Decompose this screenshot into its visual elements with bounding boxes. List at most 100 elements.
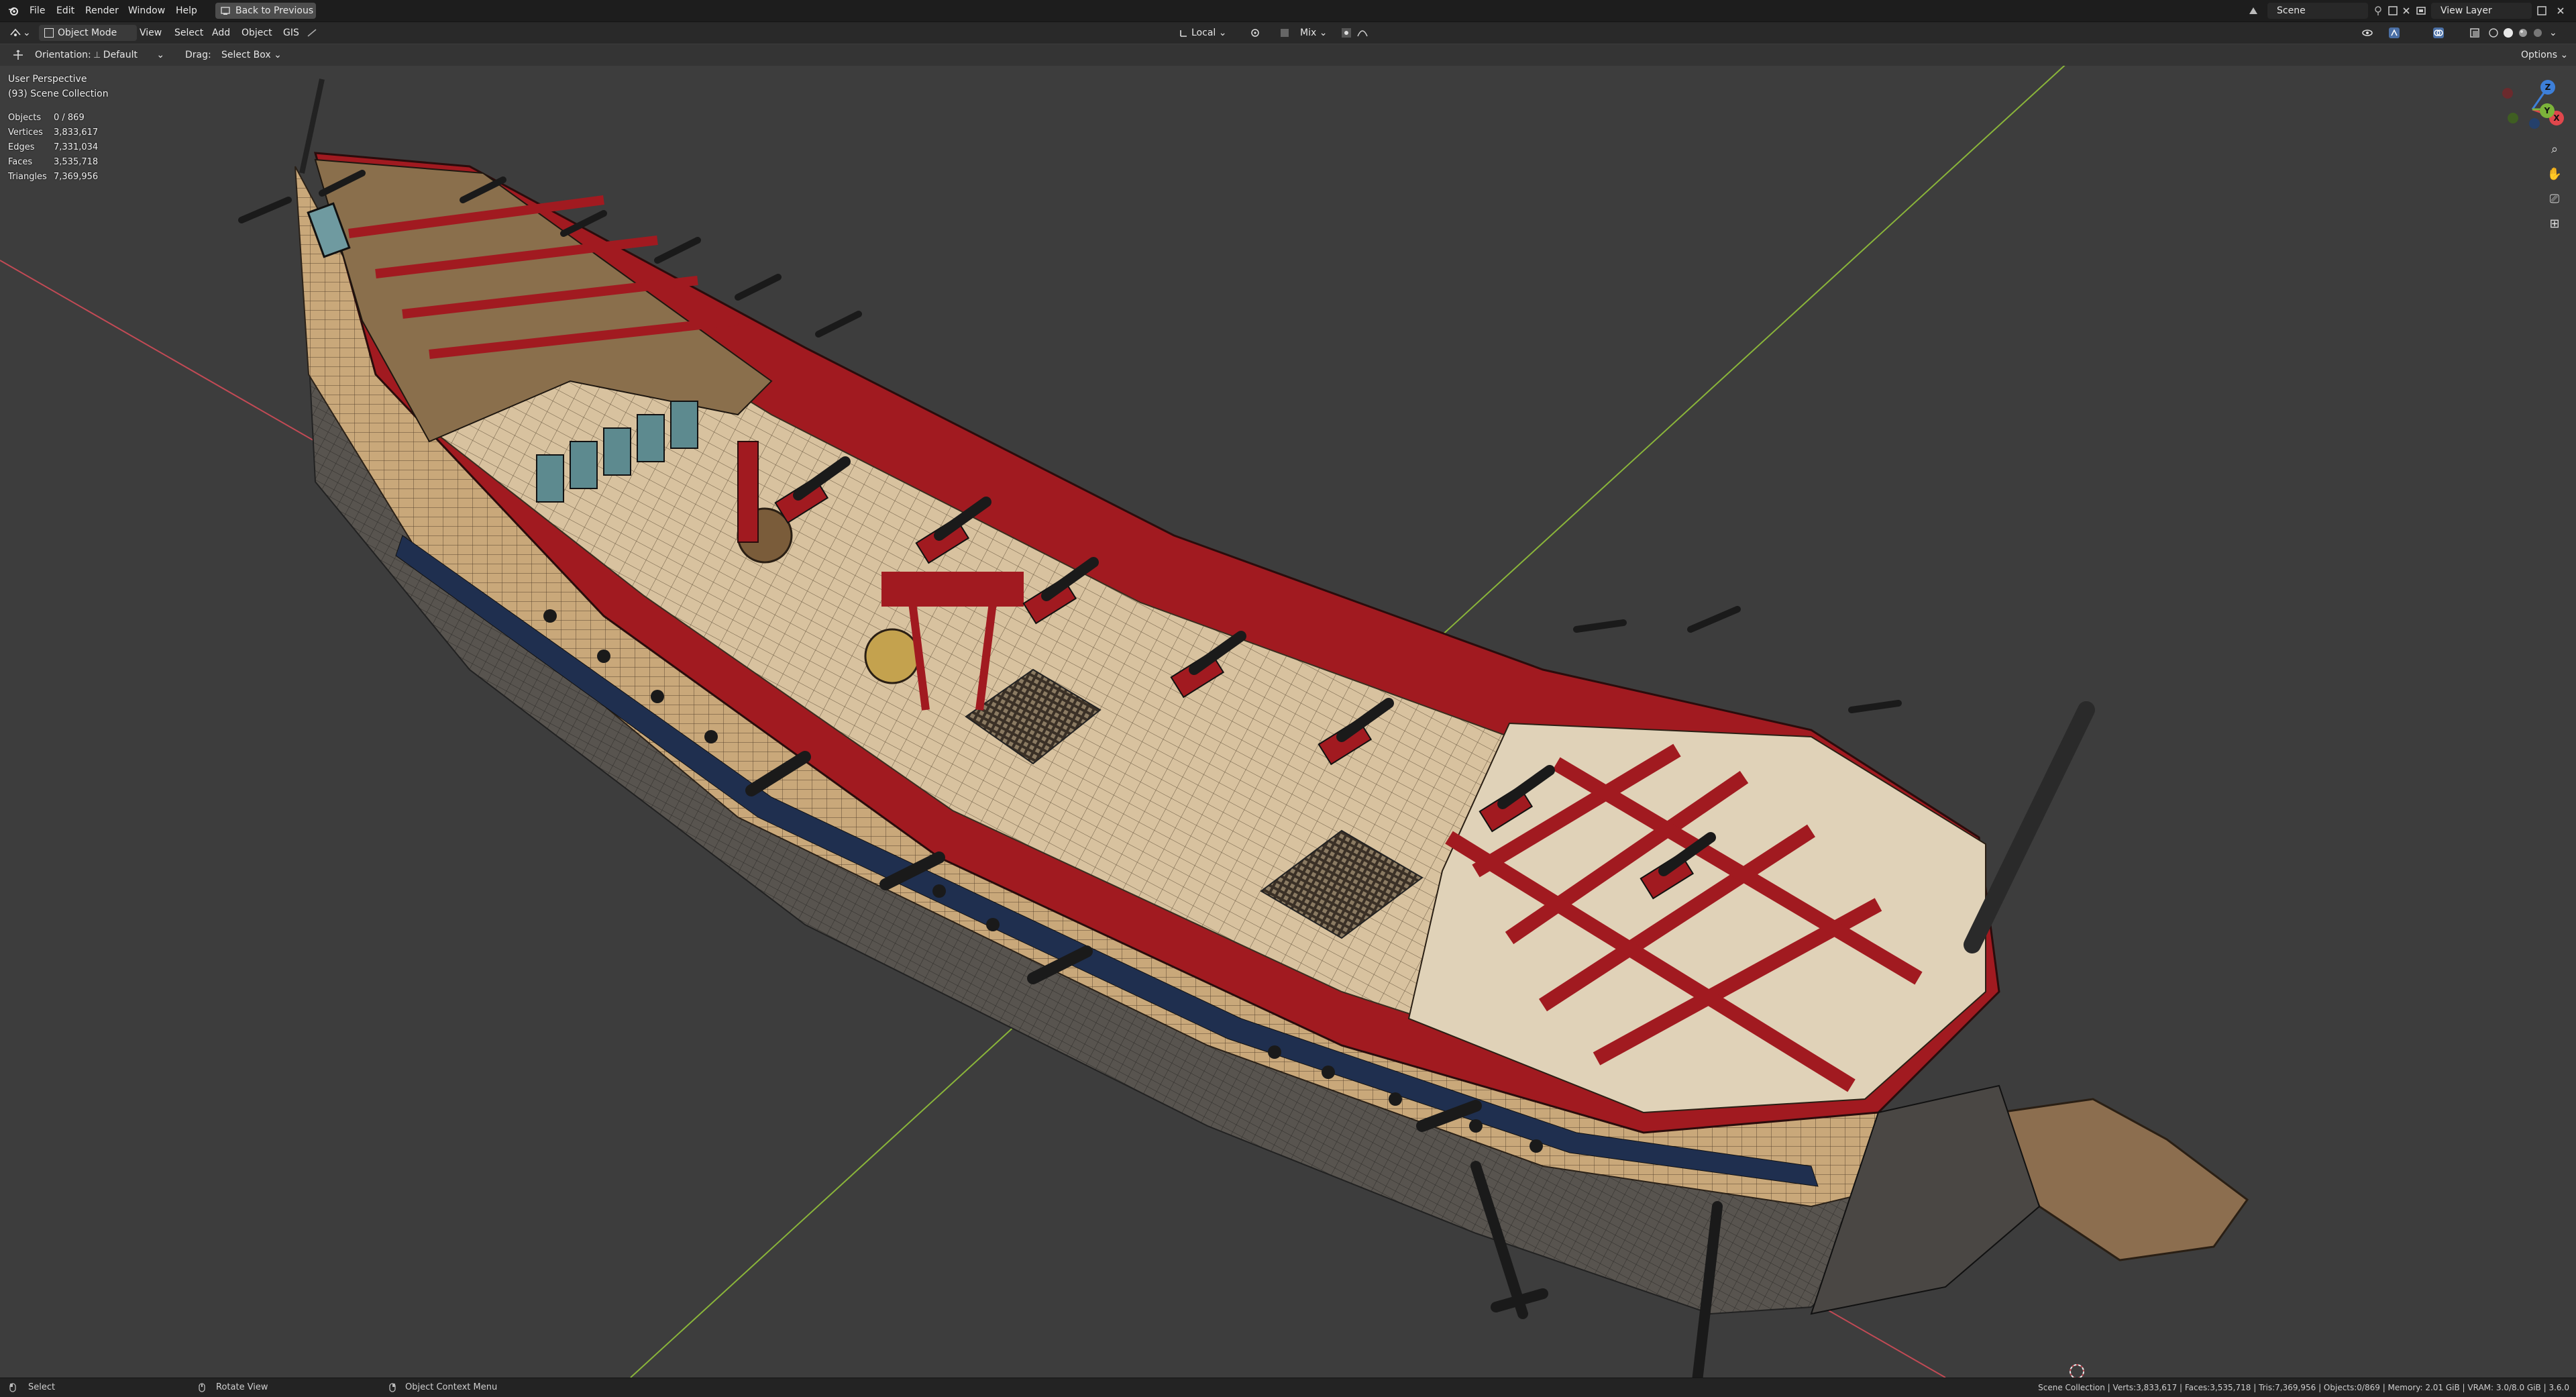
chevron-down-icon: ⌄: [23, 28, 31, 38]
status-select-hint: Select: [28, 1382, 56, 1392]
gizmo-neg-y[interactable]: [2508, 113, 2518, 123]
menu-view[interactable]: View: [140, 25, 162, 41]
menu-file[interactable]: File: [30, 0, 45, 21]
camera-view-icon[interactable]: ⎚: [2544, 189, 2565, 209]
gis-tool-icon[interactable]: [306, 27, 318, 39]
gizmo-neg-x[interactable]: [2502, 88, 2513, 99]
menu-edit[interactable]: Edit: [56, 0, 74, 21]
pan-hand-icon[interactable]: ✋: [2544, 164, 2565, 185]
wireframe-shading-icon[interactable]: [2487, 27, 2500, 39]
options-dropdown[interactable]: Options ⌄: [2521, 47, 2568, 63]
orientation-axes-icon: ⟂: [94, 50, 101, 60]
pivot-point-icon[interactable]: [1249, 27, 1261, 39]
status-context-hint: Object Context Menu: [405, 1382, 498, 1392]
proportional-edit-icon[interactable]: [1340, 27, 1352, 39]
status-bar: Select Rotate View Object Context Menu S…: [0, 1378, 2576, 1397]
stat-value: 7,369,956: [54, 172, 99, 182]
status-scene-info: Scene Collection | Verts:3,833,617 | Fac…: [2038, 1383, 2569, 1392]
figurehead[interactable]: [1997, 1098, 2249, 1261]
select-box-tool-icon[interactable]: [12, 49, 24, 61]
menu-window[interactable]: Window: [128, 0, 165, 21]
orientation-label: Orientation:: [35, 50, 91, 60]
drag-value: Select Box: [221, 50, 271, 60]
close-view-layer-icon[interactable]: [2555, 5, 2567, 17]
new-view-layer-icon[interactable]: [2536, 5, 2548, 17]
mode-selector[interactable]: Object Mode: [39, 25, 137, 41]
mouse-right-icon: [389, 1383, 396, 1392]
scene-selector[interactable]: Scene: [2267, 3, 2368, 19]
material-shading-icon[interactable]: [2517, 27, 2529, 39]
capstan: [864, 628, 920, 684]
stat-label: Faces: [8, 157, 33, 167]
view-layer-name: View Layer: [2440, 5, 2492, 16]
3d-viewport[interactable]: User Perspective (93) Scene Collection O…: [0, 66, 2576, 1378]
view-layer-selector[interactable]: View Layer: [2431, 3, 2532, 19]
scene-name: Scene: [2277, 5, 2306, 16]
zoom-icon[interactable]: ⌕: [2544, 140, 2565, 160]
stat-label: Edges: [8, 142, 35, 152]
snap-icon[interactable]: [1279, 27, 1291, 39]
shading-dropdown-icon[interactable]: ⌄: [2549, 25, 2557, 41]
xray-icon[interactable]: [2469, 27, 2481, 39]
back-to-previous-label: Back to Previous: [235, 5, 314, 16]
pin-icon[interactable]: [2372, 5, 2384, 17]
menu-render[interactable]: Render: [85, 0, 119, 21]
3d-cursor-icon[interactable]: [2070, 1364, 2084, 1378]
menu-select[interactable]: Select: [174, 25, 203, 41]
menu-add[interactable]: Add: [212, 25, 230, 41]
new-scene-icon[interactable]: [2387, 5, 2399, 17]
blender-logo-icon[interactable]: [8, 5, 19, 16]
back-to-previous-button[interactable]: Back to Previous: [215, 3, 316, 19]
mouse-left-icon: [9, 1383, 16, 1392]
menu-object[interactable]: Object: [241, 25, 272, 41]
orthographic-grid-icon[interactable]: ⊞: [2544, 214, 2565, 234]
bowsprit[interactable]: [1964, 701, 2095, 953]
mast-stump: [737, 441, 759, 543]
stat-label: Triangles: [8, 172, 47, 182]
screen-icon: [221, 7, 230, 15]
viewport-header: ⌄ Object Mode View Select Add Object GIS…: [0, 22, 2576, 44]
menu-gis[interactable]: GIS: [283, 25, 299, 41]
transform-orientation-label: Local: [1191, 28, 1216, 38]
drag-dropdown[interactable]: Select Box ⌄: [221, 47, 288, 63]
transform-orientation-dropdown[interactable]: Local ⌄: [1191, 25, 1238, 41]
transform-orientation-icon: [1180, 30, 1187, 37]
view-perspective-label: User Perspective: [8, 74, 87, 85]
visibility-icon[interactable]: [2361, 27, 2373, 39]
close-scene-icon[interactable]: [2400, 5, 2412, 17]
collection-label: (93) Scene Collection: [8, 89, 109, 99]
mouse-middle-icon: [199, 1383, 205, 1392]
top-menu-bar: File Edit Render Window Help Back to Pre…: [0, 0, 2576, 22]
orientation-value: Default: [103, 50, 138, 60]
options-label: Options: [2521, 50, 2558, 60]
editor-type-icon[interactable]: [9, 27, 21, 39]
stat-label: Objects: [8, 113, 42, 123]
status-rotate-hint: Rotate View: [216, 1382, 268, 1392]
snap-target-label: Mix: [1300, 28, 1317, 38]
drag-label: Drag:: [185, 50, 211, 60]
menu-help[interactable]: Help: [176, 0, 197, 21]
gizmo-axes: [2531, 87, 2558, 119]
view-layer-icon[interactable]: [2415, 5, 2427, 17]
tool-settings-bar: Orientation: ⟂ Default ⌄ Drag: Select Bo…: [0, 44, 2576, 66]
gizmo-y-axis[interactable]: Y: [2540, 103, 2555, 118]
stat-value: 0 / 869: [54, 113, 85, 123]
solid-shading-icon[interactable]: [2502, 27, 2514, 39]
overlays-icon[interactable]: [2432, 27, 2445, 39]
falloff-icon[interactable]: [1356, 27, 1368, 39]
gizmo-neg-z[interactable]: [2529, 118, 2540, 129]
gizmo-z-axis[interactable]: Z: [2540, 80, 2555, 95]
viewport-canvas[interactable]: [0, 66, 2576, 1378]
object-mode-icon: [44, 28, 54, 38]
orientation-dropdown[interactable]: ⟂ Default ⌄: [94, 47, 168, 63]
chevron-down-icon: ⌄: [156, 50, 165, 60]
stat-value: 7,331,034: [54, 142, 99, 152]
stat-label: Vertices: [8, 127, 43, 138]
stat-value: 3,833,617: [54, 127, 99, 138]
stat-value: 3,535,718: [54, 157, 99, 167]
snap-target-dropdown[interactable]: Mix ⌄: [1300, 25, 1340, 41]
scene-icon[interactable]: [2247, 5, 2259, 17]
gizmo-toggle-icon[interactable]: [2388, 27, 2400, 39]
rendered-shading-icon[interactable]: [2532, 27, 2544, 39]
mode-label: Object Mode: [58, 28, 117, 38]
